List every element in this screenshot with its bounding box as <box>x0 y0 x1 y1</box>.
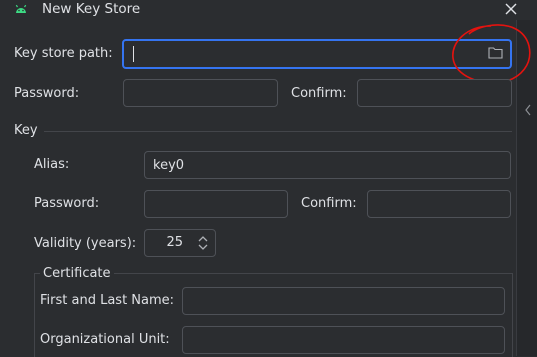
close-icon[interactable] <box>504 2 518 20</box>
key-section-divider <box>44 131 512 132</box>
spinner-arrows-icon[interactable] <box>198 235 208 255</box>
key-password-label: Password: <box>34 196 100 211</box>
first-last-name-input[interactable] <box>182 287 505 315</box>
validity-value: 25 <box>166 235 183 250</box>
validity-spinner[interactable]: 25 <box>144 229 216 257</box>
chevron-left-icon <box>524 104 532 120</box>
android-icon <box>14 3 28 19</box>
key-password-input[interactable] <box>144 190 288 218</box>
first-last-name-label: First and Last Name: <box>40 293 175 308</box>
key-confirm-label: Confirm: <box>301 196 357 211</box>
window-title: New Key Store <box>42 1 141 17</box>
key-section-label: Key <box>14 123 38 138</box>
alias-label: Alias: <box>34 157 70 172</box>
keystore-confirm-input[interactable] <box>357 79 512 107</box>
key-store-path-label: Key store path: <box>14 46 113 61</box>
keystore-password-input[interactable] <box>123 79 278 107</box>
alias-input[interactable] <box>144 151 511 179</box>
keystore-confirm-label: Confirm: <box>291 86 347 101</box>
organizational-unit-input[interactable] <box>182 326 505 354</box>
text-cursor <box>133 46 134 62</box>
keystore-password-label: Password: <box>14 86 80 101</box>
organizational-unit-label: Organizational Unit: <box>40 332 170 347</box>
certificate-section-label: Certificate <box>40 266 114 281</box>
validity-label: Validity (years): <box>34 236 137 251</box>
key-confirm-input[interactable] <box>367 190 511 218</box>
